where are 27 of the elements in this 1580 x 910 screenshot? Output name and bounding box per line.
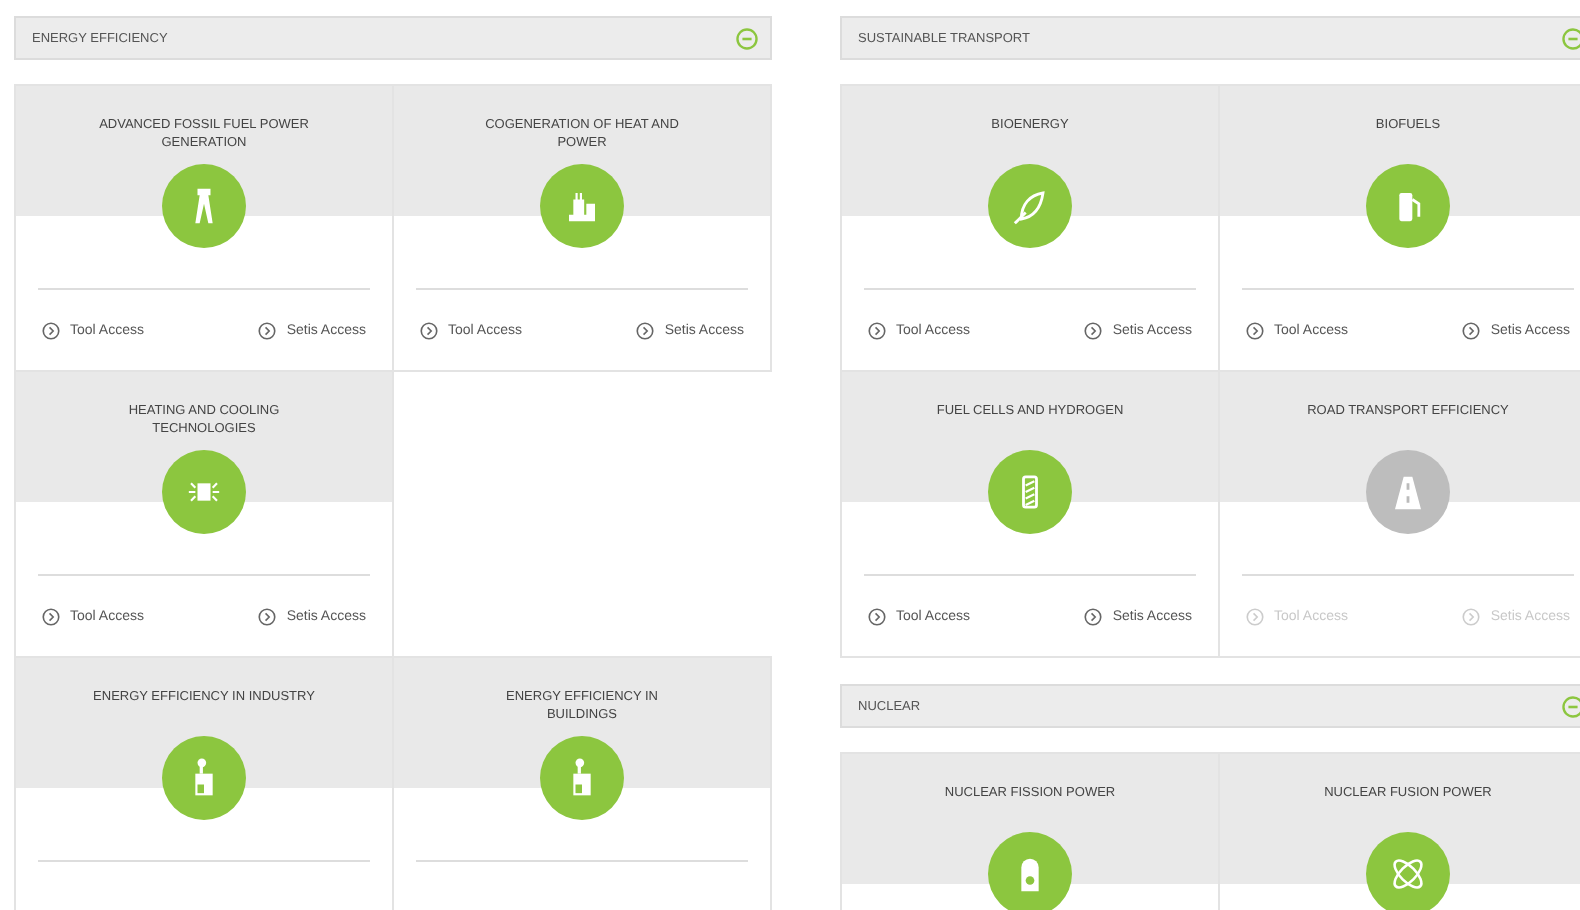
factory-icon[interactable] — [162, 736, 246, 820]
leaf-icon[interactable] — [988, 164, 1072, 248]
chevron-circle-icon — [420, 322, 438, 340]
heater-icon[interactable] — [162, 450, 246, 534]
chevron-circle-icon — [636, 322, 655, 340]
chevron-circle-icon — [1246, 322, 1264, 340]
chevron-circle-icon — [1462, 322, 1481, 340]
battery-icon[interactable] — [988, 450, 1072, 534]
pylon-icon[interactable] — [162, 164, 246, 248]
chevron-circle-icon — [868, 608, 886, 626]
building-icon[interactable] — [540, 736, 624, 820]
chevron-circle-icon — [1084, 608, 1103, 626]
machine-icon[interactable] — [540, 164, 624, 248]
collapse-icon[interactable] — [1562, 695, 1580, 717]
chevron-circle-icon — [1084, 322, 1103, 340]
chevron-circle-icon — [1246, 608, 1264, 626]
chevron-circle-icon — [868, 322, 886, 340]
atom-icon[interactable] — [1366, 832, 1450, 910]
collapse-icon[interactable] — [736, 27, 758, 49]
chevron-circle-icon — [42, 322, 60, 340]
reactor-icon[interactable] — [988, 832, 1072, 910]
chevron-circle-icon — [258, 322, 277, 340]
chevron-circle-icon — [42, 608, 60, 626]
chevron-circle-icon — [1462, 608, 1481, 626]
chevron-circle-icon — [258, 608, 277, 626]
fuel-pump-icon[interactable] — [1366, 164, 1450, 248]
collapse-icon[interactable] — [1562, 27, 1580, 49]
